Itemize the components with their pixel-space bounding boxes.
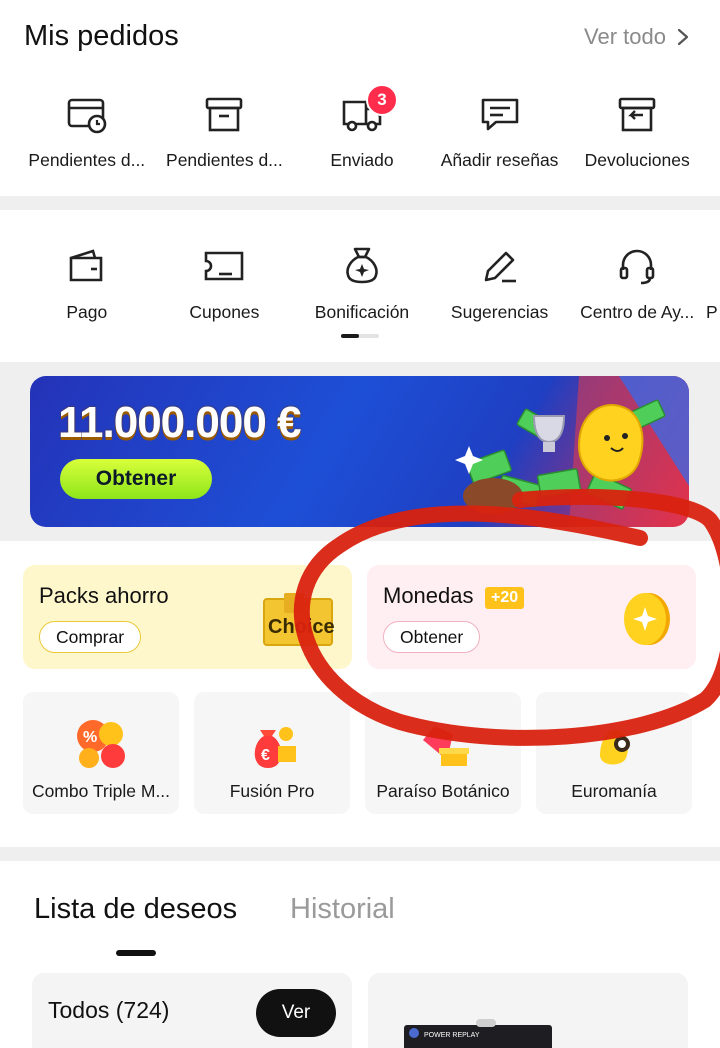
see-all-label: Ver todo bbox=[584, 24, 666, 49]
bonus-bag-icon bbox=[346, 247, 378, 284]
tile-label: Fusión Pro bbox=[229, 781, 315, 801]
service-payment[interactable]: Pago bbox=[18, 244, 156, 323]
service-label: Cupones bbox=[189, 302, 260, 322]
coins-title: Monedas bbox=[383, 583, 474, 608]
headset-icon bbox=[619, 249, 655, 285]
order-shipped[interactable]: 3 Enviado bbox=[293, 84, 431, 171]
order-returns[interactable]: Devoluciones bbox=[568, 92, 706, 171]
order-item-label: Enviado bbox=[330, 150, 394, 170]
monedas-card[interactable]: Monedas +20 Obtener bbox=[367, 565, 696, 669]
service-label: Centro de Ay... bbox=[580, 302, 695, 322]
order-add-review[interactable]: Añadir reseñas bbox=[431, 92, 569, 171]
order-item-label: Pendientes d... bbox=[166, 150, 283, 170]
orders-title: Mis pedidos bbox=[24, 20, 179, 52]
shopping-bag-icon bbox=[423, 726, 469, 766]
order-pending-payment[interactable]: Pendientes d... bbox=[18, 92, 156, 171]
see-all-link[interactable]: Ver todo bbox=[584, 24, 690, 50]
money-bag-icon: € bbox=[254, 727, 296, 768]
obtain-coins-button[interactable]: Obtener bbox=[383, 621, 481, 653]
tab-history[interactable]: Historial bbox=[290, 893, 395, 926]
active-tab-indicator bbox=[116, 950, 156, 956]
deals-section: Packs ahorro Comprar Choice Monedas +20 … bbox=[0, 541, 720, 847]
svg-text:%: % bbox=[83, 729, 97, 746]
service-partial[interactable]: P bbox=[706, 244, 720, 323]
tile-fusion-pro[interactable]: € Fusión Pro bbox=[194, 692, 350, 814]
mascot-icon bbox=[600, 729, 630, 765]
banner-amount: 11.000.000 € bbox=[58, 398, 301, 447]
shipped-count-badge: 3 bbox=[365, 84, 398, 116]
service-help-center[interactable]: Centro de Ay... bbox=[568, 244, 706, 323]
view-button[interactable]: Ver bbox=[256, 989, 336, 1037]
service-coupons[interactable]: Cupones bbox=[156, 244, 294, 323]
pending-payment-icon bbox=[67, 98, 107, 134]
wishlist-section: Lista de deseos Historial Todos (724) Ve… bbox=[0, 861, 720, 1048]
review-icon bbox=[481, 98, 518, 131]
packs-title: Packs ahorro bbox=[39, 583, 169, 608]
service-label: P bbox=[705, 302, 718, 322]
service-label: Bonificación bbox=[314, 302, 410, 322]
coupon-icon bbox=[205, 251, 244, 281]
tile-label: Paraíso Botánico bbox=[376, 781, 510, 801]
order-item-label: Devoluciones bbox=[584, 150, 690, 170]
tile-label: Combo Triple M... bbox=[31, 781, 171, 801]
tile-euromania[interactable]: Euromanía bbox=[536, 692, 692, 814]
wishlist-all-card[interactable]: Todos (724) Ver bbox=[32, 973, 352, 1048]
wishlist-count: Todos (724) bbox=[48, 997, 170, 1023]
promo-banner[interactable]: 11.000.000 € Obtener bbox=[30, 376, 689, 527]
coins-bonus-badge: +20 bbox=[485, 587, 525, 609]
service-label: Sugerencias bbox=[450, 302, 549, 322]
choice-box-text: Choice bbox=[268, 616, 334, 638]
packs-ahorro-card[interactable]: Packs ahorro Comprar Choice bbox=[23, 565, 352, 669]
service-bonus[interactable]: Bonificación bbox=[293, 244, 431, 323]
order-item-label: Añadir reseñas bbox=[440, 150, 559, 170]
scroll-indicator bbox=[341, 334, 379, 338]
product-image: POWER REPLAY bbox=[404, 1019, 552, 1048]
tile-label: Euromanía bbox=[571, 781, 657, 801]
buy-button[interactable]: Comprar bbox=[39, 621, 142, 653]
services-section: Pago Cupones Bonificación Sugerencias Ce… bbox=[0, 210, 720, 362]
coin-icon bbox=[624, 593, 670, 645]
tile-combo-triple[interactable]: % Combo Triple M... bbox=[23, 692, 179, 814]
pending-shipment-icon bbox=[206, 97, 243, 132]
edit-pencil-icon bbox=[484, 251, 516, 283]
returns-icon bbox=[618, 97, 656, 132]
order-pending-shipment[interactable]: Pendientes d... bbox=[156, 92, 294, 171]
service-suggestions[interactable]: Sugerencias bbox=[431, 244, 569, 323]
banner-prize-illustration bbox=[455, 376, 689, 527]
choice-box-icon: Choice bbox=[263, 593, 334, 646]
tab-wishlist[interactable]: Lista de deseos bbox=[34, 893, 237, 926]
chevron-right-icon bbox=[677, 28, 689, 46]
service-label: Pago bbox=[66, 302, 108, 322]
banner-obtain-button[interactable]: Obtener bbox=[60, 459, 212, 499]
orders-section: Mis pedidos Ver todo Pendientes d... Pen… bbox=[0, 0, 720, 196]
combo-discount-icon: % bbox=[77, 720, 125, 768]
product-brand: POWER REPLAY bbox=[424, 1032, 480, 1039]
tile-paraiso-botanico[interactable]: Paraíso Botánico bbox=[365, 692, 521, 814]
order-item-label: Pendientes d... bbox=[28, 150, 146, 170]
wishlist-product-card[interactable]: POWER REPLAY bbox=[368, 973, 688, 1048]
wallet-icon bbox=[69, 249, 103, 282]
svg-text:€: € bbox=[261, 747, 270, 764]
